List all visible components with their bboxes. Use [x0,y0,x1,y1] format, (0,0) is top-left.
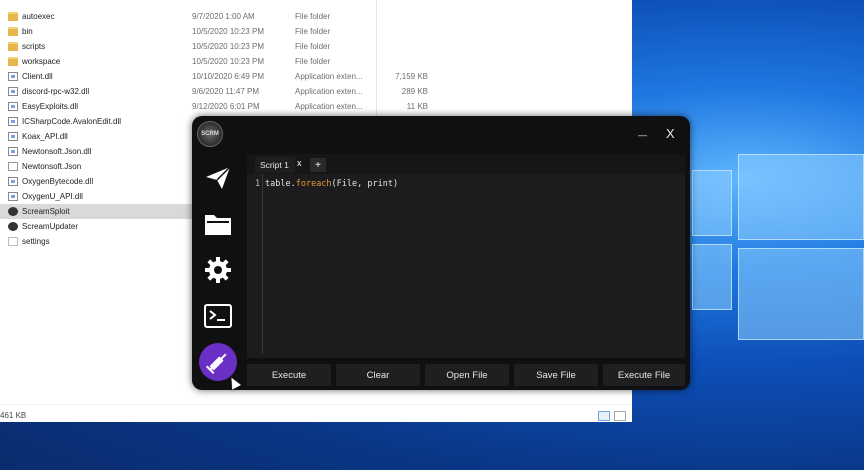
file-icon [8,162,18,171]
file-icon [8,117,18,126]
settings-nav-button[interactable] [198,250,238,290]
file-name: Newtonsoft.Json.dll [22,147,92,156]
file-row[interactable]: workspace 10/5/2020 10:23 PM File folder [0,54,632,69]
file-type: File folder [295,27,331,36]
file-name: workspace [22,57,61,66]
file-type: File folder [295,12,331,21]
app-icon [8,222,18,231]
code-suffix: (File, print) [331,179,399,189]
save-file-button[interactable]: Save File [514,364,598,386]
console-nav-button[interactable] [198,296,238,336]
file-size: 11 KB [406,102,428,111]
file-name: EasyExploits.dll [22,102,79,111]
executor-window: SCRM — X Script 1 x + 1 table.foreach(Fi… [192,116,690,390]
file-row[interactable]: EasyExploits.dll 9/12/2020 6:01 PM Applica… [0,99,632,114]
large-icons-view-button[interactable] [614,411,626,421]
file-date: 10/5/2020 10:23 PM [192,57,265,66]
status-bar: 461 KB [0,404,632,422]
tab-label: Script 1 [260,160,289,170]
file-name: settings [22,237,50,246]
tab-script-1[interactable]: Script 1 [255,157,295,173]
open-file-button[interactable]: Open File [425,364,509,386]
file-type: File folder [295,57,331,66]
file-date: 10/5/2020 10:23 PM [192,42,265,51]
file-date: 10/5/2020 10:23 PM [192,27,265,36]
file-name: OxygenU_API.dll [22,192,83,201]
windows-logo [692,132,864,392]
file-type: Application exten... [295,102,363,111]
terminal-icon [204,304,232,328]
file-date: 10/10/2020 6:49 PM [192,72,265,81]
file-icon [8,177,18,186]
file-icon [8,102,18,111]
clear-button[interactable]: Clear [336,364,420,386]
file-name: OxygenBytecode.dll [22,177,94,186]
file-row[interactable]: Client.dll 10/10/2020 6:49 PM Application … [0,69,632,84]
file-name: autoexec [22,12,55,21]
file-icon [8,147,18,156]
execute-nav-button[interactable] [198,158,238,198]
code-editor[interactable]: 1 table.foreach(File, print) [247,174,685,358]
file-name: scripts [22,42,46,51]
line-number-gutter: 1 [247,174,263,354]
app-logo: SCRM [197,121,223,147]
file-name: ScreamSploit [22,207,70,216]
file-size: 289 KB [401,87,428,96]
code-keyword: foreach [295,179,332,189]
file-icon [8,87,18,96]
file-type: File folder [295,42,331,51]
folder-icon [205,215,231,235]
code-line: table.foreach(File, print) [265,179,398,189]
file-row[interactable]: autoexec 9/7/2020 1:00 AM File folder [0,9,632,24]
minimize-button[interactable]: — [638,130,647,140]
file-icon [8,192,18,201]
new-tab-button[interactable]: + [310,158,326,172]
code-prefix: table. [265,179,296,189]
file-type: Application exten... [295,87,363,96]
injector-button[interactable] [199,343,237,381]
file-date: 9/7/2020 1:00 AM [192,12,255,21]
folder-icon [8,12,18,21]
file-name: Newtonsoft.Json [22,162,82,171]
file-name: Koax_API.dll [22,132,68,141]
file-icon [8,132,18,141]
file-name: bin [22,27,33,36]
file-size: 7,159 KB [395,72,428,81]
execute-button[interactable]: Execute [247,364,331,386]
paper-plane-icon [206,166,231,189]
syringe-icon [205,353,227,375]
action-bar: Execute Clear Open File Save File Execut… [247,364,685,386]
script-editor: Script 1 x + 1 table.foreach(File, print… [247,154,685,358]
gear-icon [205,257,231,283]
file-date: 9/6/2020 11:47 PM [192,87,260,96]
tab-close-button[interactable]: x [297,158,302,168]
file-name: ICSharpCode.AvalonEdit.dll [22,117,122,126]
tab-strip: Script 1 x + [247,154,685,174]
file-icon [8,72,18,81]
file-type: Application exten... [295,72,363,81]
file-name: Client.dll [22,72,53,81]
folder-icon [8,27,18,36]
file-icon [8,237,18,246]
file-row[interactable]: scripts 10/5/2020 10:23 PM File folder [0,39,632,54]
file-name: discord-rpc-w32.dll [22,87,90,96]
file-date: 9/12/2020 6:01 PM [192,102,260,111]
close-button[interactable]: X [666,126,675,141]
file-row[interactable]: discord-rpc-w32.dll 9/6/2020 11:47 PM Appl… [0,84,632,99]
status-text: 461 KB [0,411,27,420]
folder-icon [8,57,18,66]
app-icon [8,207,18,216]
folder-icon [8,42,18,51]
details-view-button[interactable] [598,411,610,421]
line-number: 1 [255,179,261,189]
file-name: ScreamUpdater [22,222,79,231]
files-nav-button[interactable] [198,204,238,244]
file-row[interactable]: bin 10/5/2020 10:23 PM File folder [0,24,632,39]
execute-file-button[interactable]: Execute File [603,364,685,386]
